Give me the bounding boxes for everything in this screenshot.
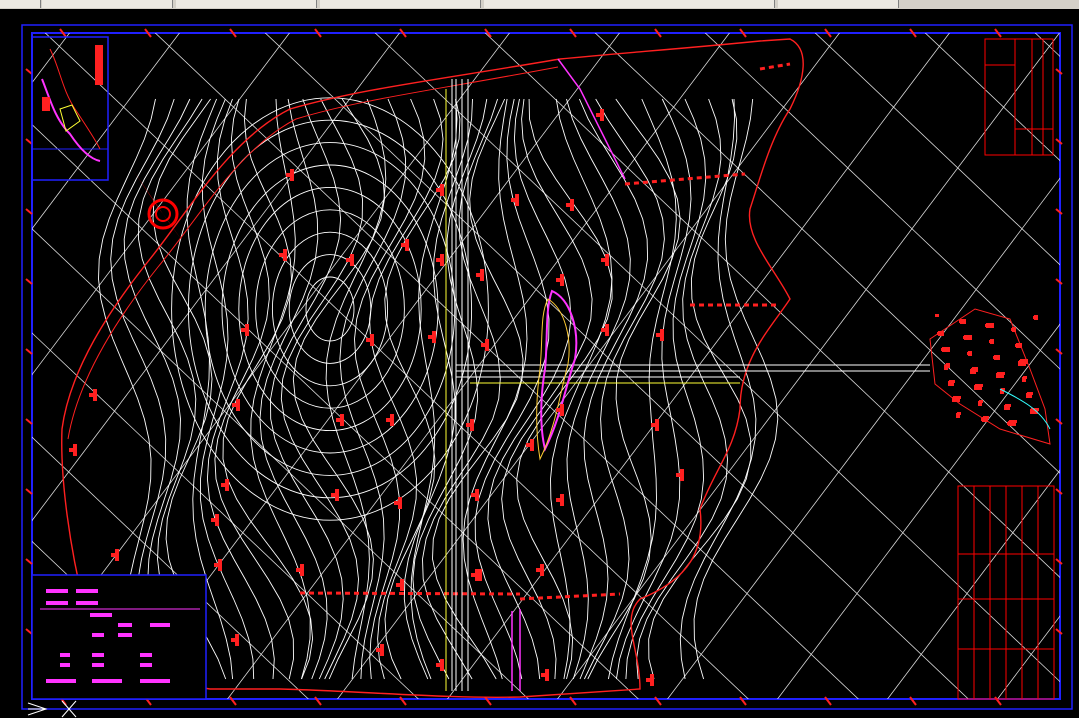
info-panel: [31, 574, 207, 700]
toolbar-segment[interactable]: [484, 0, 775, 8]
toolbar-segment[interactable]: [42, 0, 173, 8]
drawing-canvas[interactable]: [0, 9, 1079, 718]
toolbar-segment[interactable]: [778, 0, 899, 8]
cad-toolbar-strip: [0, 0, 1079, 9]
toolbar-segment[interactable]: [176, 0, 317, 8]
toolbar-segment[interactable]: [320, 0, 481, 8]
toolbar-segment[interactable]: [0, 0, 41, 8]
